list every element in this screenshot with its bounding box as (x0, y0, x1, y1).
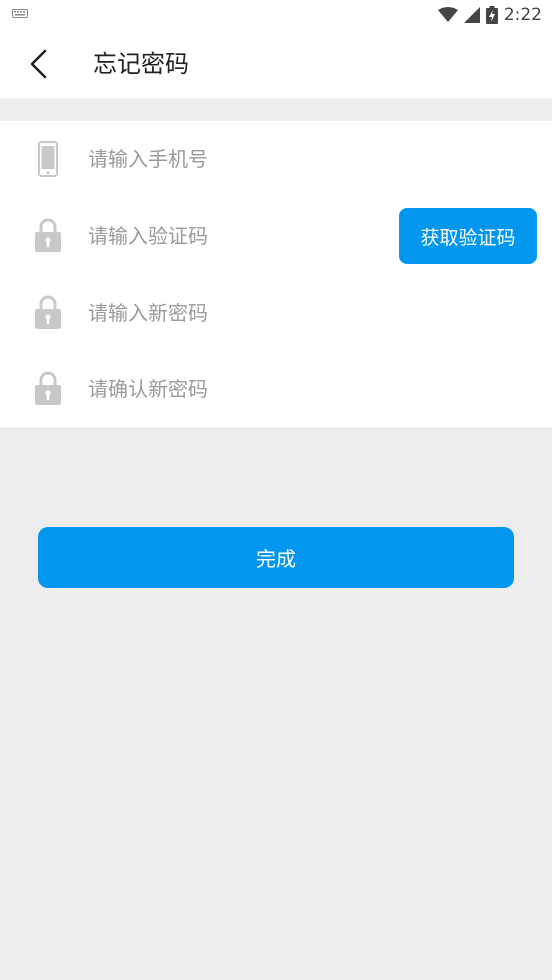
battery-icon (485, 6, 498, 24)
status-bar: 2:22 (0, 0, 552, 30)
status-icons: 2:22 (437, 3, 542, 27)
page-title: 忘记密码 (93, 50, 189, 78)
lock-icon (35, 295, 61, 329)
phone-icon (38, 141, 58, 177)
confirm-password-row (0, 351, 552, 427)
reset-password-form: 获取验证码 (0, 121, 552, 427)
verification-code-input[interactable] (88, 216, 378, 256)
wifi-icon (437, 7, 458, 22)
lock-icon (35, 371, 61, 405)
done-button[interactable]: 完成 (38, 527, 514, 588)
phone-row (0, 121, 552, 197)
lock-icon (35, 218, 61, 252)
signal-icon (463, 7, 480, 23)
phone-input[interactable] (88, 139, 378, 179)
new-password-row (0, 275, 552, 351)
status-time: 2:22 (503, 5, 542, 25)
new-password-input[interactable] (88, 293, 378, 333)
chevron-left-icon (30, 49, 47, 79)
back-button[interactable] (18, 44, 58, 84)
confirm-password-input[interactable] (88, 369, 378, 409)
keyboard-icon (12, 9, 28, 18)
app-bar: 忘记密码 (0, 30, 552, 98)
get-code-button[interactable]: 获取验证码 (399, 208, 537, 264)
